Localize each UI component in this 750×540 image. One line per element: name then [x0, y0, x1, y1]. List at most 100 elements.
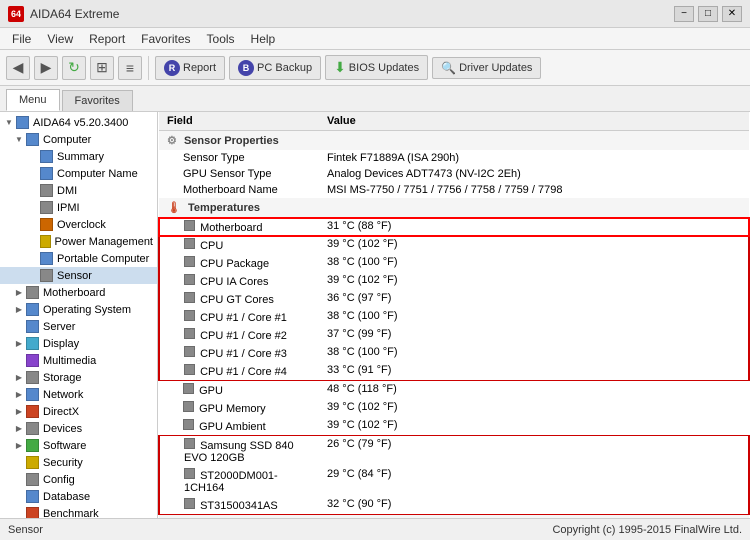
overclock-icon	[40, 218, 53, 231]
value-motherboard-name: MSI MS-7750 / 7751 / 7756 / 7758 / 7759 …	[319, 182, 749, 198]
field-core2: CPU #1 / Core #2	[200, 330, 287, 342]
computer-arrow: ▼	[14, 135, 24, 144]
storage-icon	[26, 371, 39, 384]
mb-icon	[26, 286, 39, 299]
table-row-highlighted: CPU #1 / Core #4 33 °C (91 °F)	[159, 362, 749, 381]
sidebar-item-ipmi[interactable]: IPMI	[0, 199, 157, 216]
sidebar-item-power[interactable]: Power Management	[0, 233, 157, 250]
sidebar-item-benchmark[interactable]: Benchmark	[0, 505, 157, 518]
sidebar-item-os[interactable]: ▶ Operating System	[0, 301, 157, 318]
sidebar-item-sensor[interactable]: Sensor	[0, 267, 157, 284]
menu-toggle-button[interactable]: ≡	[118, 56, 142, 80]
menu-tools[interactable]: Tools	[199, 30, 243, 48]
sidebar-item-portable[interactable]: Portable Computer	[0, 250, 157, 267]
cpu-pkg-icon	[184, 256, 195, 267]
sidebar-item-network[interactable]: ▶ Network	[0, 386, 157, 403]
table-row: GPU Ambient 39 °C (102 °F)	[159, 417, 749, 436]
app-icon: 64	[8, 6, 24, 22]
ipmi-icon	[40, 201, 53, 214]
ssd-icon	[184, 438, 195, 449]
sidebar-item-summary[interactable]: Summary	[0, 148, 157, 165]
section-sensor-properties: ⚙ Sensor Properties	[159, 131, 749, 151]
sidebar-root[interactable]: ▼ AIDA64 v5.20.3400	[0, 114, 157, 131]
sidebar-item-storage[interactable]: ▶ Storage	[0, 369, 157, 386]
section-sensor-properties-label: Sensor Properties	[184, 135, 279, 147]
menu-file[interactable]: File	[4, 30, 39, 48]
toolbar: ◀ ▶ ↻ ⊞ ≡ R Report B PC Backup ⬇ BIOS Up…	[0, 50, 750, 86]
menu-help[interactable]: Help	[243, 30, 284, 48]
field-core4: CPU #1 / Core #4	[200, 366, 287, 378]
value-hdd2: 32 °C (90 °F)	[319, 496, 749, 515]
sidebar-item-multimedia[interactable]: Multimedia	[0, 352, 157, 369]
field-hdd2: ST31500341AS	[200, 500, 278, 512]
sidebar-item-devices[interactable]: ▶ Devices	[0, 420, 157, 437]
sidebar-item-software[interactable]: ▶ Software	[0, 437, 157, 454]
core4-icon	[184, 364, 195, 375]
sidebar-item-server[interactable]: Server	[0, 318, 157, 335]
table-row-highlighted: CPU #1 / Core #3 38 °C (100 °F)	[159, 344, 749, 362]
portable-label: Portable Computer	[57, 253, 149, 265]
sidebar-item-computer-name[interactable]: Computer Name	[0, 165, 157, 182]
back-button[interactable]: ◀	[6, 56, 30, 80]
table-row-highlighted: CPU #1 / Core #2 37 °C (99 °F)	[159, 326, 749, 344]
menu-report[interactable]: Report	[81, 30, 133, 48]
core1-icon	[184, 310, 195, 321]
sidebar-item-security[interactable]: Security	[0, 454, 157, 471]
field-mb-temp: Motherboard	[200, 222, 262, 234]
close-button[interactable]: ✕	[722, 6, 742, 22]
tab-menu[interactable]: Menu	[6, 89, 60, 111]
sidebar-item-dmi[interactable]: DMI	[0, 182, 157, 199]
table-row: Sensor Type Fintek F71889A (ISA 290h)	[159, 150, 749, 166]
multimedia-label: Multimedia	[43, 355, 96, 367]
forward-button[interactable]: ▶	[34, 56, 58, 80]
sidebar-item-database[interactable]: Database	[0, 488, 157, 505]
home-button[interactable]: ⊞	[90, 56, 114, 80]
mb-arrow: ▶	[14, 288, 24, 297]
value-gpu-memory: 39 °C (102 °F)	[319, 399, 749, 417]
bios-updates-button[interactable]: ⬇ BIOS Updates	[325, 55, 428, 80]
menu-view[interactable]: View	[39, 30, 81, 48]
sidebar-item-display[interactable]: ▶ Display	[0, 335, 157, 352]
sidebar-item-directx[interactable]: ▶ DirectX	[0, 403, 157, 420]
value-cpu-ia: 39 °C (102 °F)	[319, 272, 749, 290]
config-icon	[26, 473, 39, 486]
root-icon	[16, 116, 29, 129]
temperatures-icon: 🌡	[167, 202, 181, 214]
driver-updates-button[interactable]: 🔍 Driver Updates	[432, 57, 541, 79]
ipmi-label: IPMI	[57, 202, 80, 214]
value-sensor-type: Fintek F71889A (ISA 290h)	[319, 150, 749, 166]
sidebar-item-overclock[interactable]: Overclock	[0, 216, 157, 233]
sidebar: ▼ AIDA64 v5.20.3400 ▼ Computer Summary	[0, 112, 158, 518]
database-icon	[26, 490, 39, 503]
table-row-highlighted: ST31500341AS 32 °C (90 °F)	[159, 496, 749, 515]
menu-favorites[interactable]: Favorites	[133, 30, 198, 48]
sidebar-item-motherboard[interactable]: ▶ Motherboard	[0, 284, 157, 301]
core2-icon	[184, 328, 195, 339]
section-temperatures: 🌡 Temperatures	[159, 198, 749, 218]
menu-bar: File View Report Favorites Tools Help	[0, 28, 750, 50]
display-arrow: ▶	[14, 339, 24, 348]
os-arrow: ▶	[14, 305, 24, 314]
table-row-highlighted: CPU GT Cores 36 °C (97 °F)	[159, 290, 749, 308]
table-row-highlighted: Samsung SSD 840 EVO 120GB 26 °C (79 °F)	[159, 436, 749, 467]
maximize-button[interactable]: □	[698, 6, 718, 22]
sidebar-item-config[interactable]: Config	[0, 471, 157, 488]
tab-favorites[interactable]: Favorites	[62, 90, 133, 111]
table-row: GPU 48 °C (118 °F)	[159, 381, 749, 400]
report-button[interactable]: R Report	[155, 56, 225, 80]
window-controls[interactable]: − □ ✕	[674, 6, 742, 22]
computer-name-icon	[40, 167, 53, 180]
col-header-value: Value	[319, 112, 749, 131]
bios-updates-label: BIOS Updates	[349, 62, 419, 74]
sidebar-item-computer[interactable]: ▼ Computer	[0, 131, 157, 148]
table-row: Motherboard Name MSI MS-7750 / 7751 / 77…	[159, 182, 749, 198]
value-core4: 33 °C (91 °F)	[319, 362, 749, 381]
display-icon	[26, 337, 39, 350]
minimize-button[interactable]: −	[674, 6, 694, 22]
value-hdd1: 29 °C (84 °F)	[319, 466, 749, 496]
security-label: Security	[43, 457, 83, 469]
value-cpu-package: 38 °C (100 °F)	[319, 254, 749, 272]
display-label: Display	[43, 338, 79, 350]
pc-backup-button[interactable]: B PC Backup	[229, 56, 321, 80]
refresh-button[interactable]: ↻	[62, 56, 86, 80]
